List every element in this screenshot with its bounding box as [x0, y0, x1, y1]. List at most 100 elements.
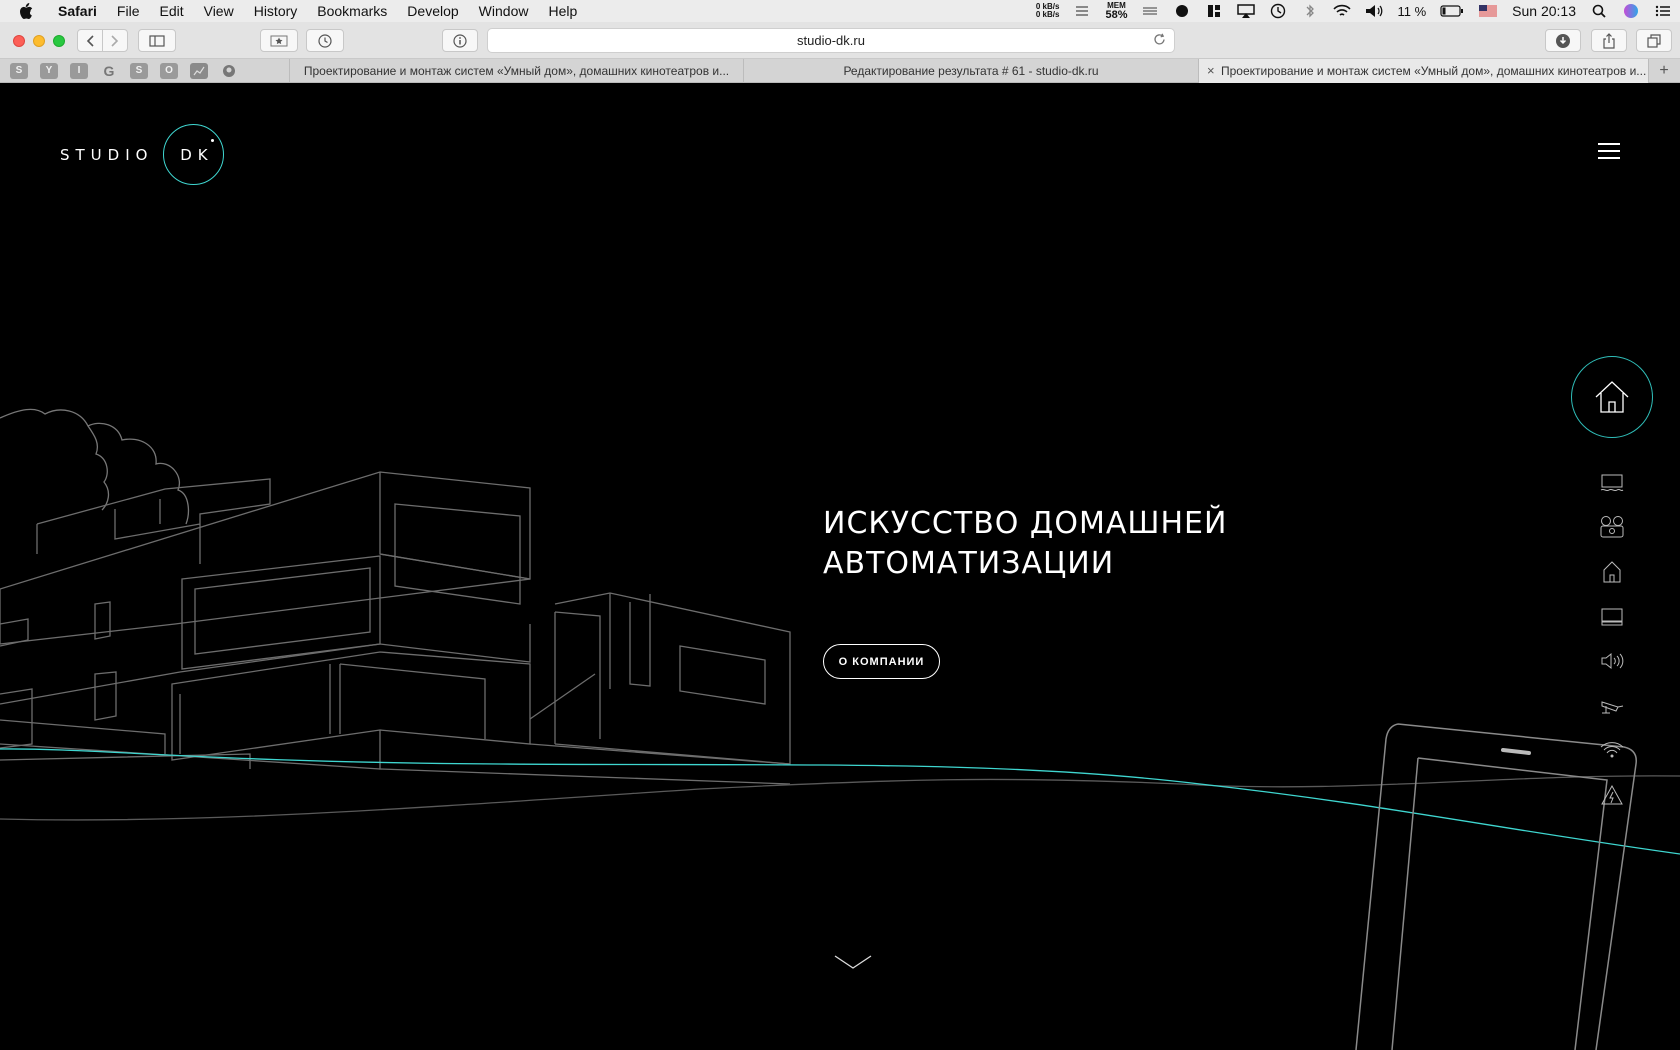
menu-app-safari[interactable]: Safari: [48, 0, 107, 22]
menu-line: [1598, 150, 1620, 152]
chevron-right-icon: [111, 34, 119, 47]
menu-bar: Safari File Edit View History Bookmarks …: [0, 0, 1680, 22]
volume-icon[interactable]: [1365, 2, 1383, 20]
logo-circle: DK: [163, 124, 225, 185]
wifi-icon[interactable]: [1333, 2, 1352, 20]
pinned-tabs: S Y I G S O: [0, 59, 290, 82]
wifi-icon: [1600, 742, 1624, 758]
bubble-icon[interactable]: [1173, 2, 1191, 20]
tab-bar: S Y I G S O Проектирование и монтаж сист…: [0, 59, 1680, 83]
minimize-window-button[interactable]: [33, 35, 45, 47]
cpu-meter-icon[interactable]: [1073, 2, 1091, 20]
cinema-screen-icon: [1600, 474, 1624, 492]
headline-line-2: АВТОМАТИЗАЦИИ: [823, 546, 1115, 581]
pinned-tab[interactable]: G: [100, 63, 118, 79]
tab-overview-button[interactable]: [1636, 29, 1672, 52]
sidebar-toggle-button[interactable]: [138, 29, 176, 52]
notification-center-icon[interactable]: [1654, 2, 1672, 20]
smart-house-icon: [1603, 561, 1621, 583]
pinned-tab[interactable]: Y: [40, 62, 58, 79]
chevron-left-icon: [86, 34, 94, 47]
logo-text: STUDIO: [60, 145, 154, 164]
download-icon: [1556, 33, 1570, 48]
tab-item-active[interactable]: × Проектирование и монтаж систем «Умный …: [1199, 59, 1649, 83]
menu-file[interactable]: File: [107, 0, 150, 22]
history-button[interactable]: [306, 29, 344, 52]
logo-dk-text: DK: [180, 145, 214, 164]
browser-toolbar: studio-dk.ru: [0, 22, 1680, 59]
nav-network-button[interactable]: [1599, 737, 1625, 763]
us-flag-icon[interactable]: [1478, 2, 1498, 20]
nav-security-button[interactable]: [1599, 693, 1625, 719]
tab-title: Проектирование и монтаж систем «Умный до…: [1221, 64, 1647, 78]
nav-audio-button[interactable]: [1599, 648, 1625, 674]
menu-develop[interactable]: Develop: [397, 0, 468, 22]
net-download: 0 kB/s: [1035, 10, 1060, 19]
home-icon: [1595, 381, 1629, 413]
menu-line: [1598, 143, 1620, 145]
zoom-window-button[interactable]: [53, 35, 65, 47]
battery-icon[interactable]: [1440, 2, 1464, 20]
nav-tv-button[interactable]: [1599, 604, 1625, 630]
forward-button[interactable]: [102, 29, 128, 52]
downloads-button[interactable]: [1545, 29, 1581, 52]
tab-title: Редактирование результата # 61 - studio-…: [843, 64, 1099, 78]
menu-history[interactable]: History: [244, 0, 308, 22]
menu-bookmarks[interactable]: Bookmarks: [307, 0, 397, 22]
pinned-tab[interactable]: I: [70, 62, 88, 79]
pinned-tab[interactable]: S: [130, 62, 148, 79]
tabs-icon: [1647, 33, 1661, 48]
sensors-icon[interactable]: [1141, 2, 1159, 20]
pinned-tab-github-icon[interactable]: [220, 63, 238, 79]
star-icon: [270, 35, 288, 46]
nav-electrical-button[interactable]: [1599, 782, 1625, 808]
logo-dot: [211, 139, 215, 142]
time-machine-icon[interactable]: [1269, 2, 1287, 20]
nav-home-button[interactable]: [1571, 356, 1653, 438]
pinned-tab-chart-icon[interactable]: [190, 62, 208, 79]
hamburger-menu-button[interactable]: [1598, 143, 1620, 161]
close-tab-icon[interactable]: ×: [1207, 63, 1215, 78]
clock-icon: [318, 33, 332, 48]
menu-view[interactable]: View: [194, 0, 244, 22]
back-button[interactable]: [77, 29, 103, 52]
siri-icon[interactable]: [1622, 2, 1640, 20]
spotlight-search-icon[interactable]: [1590, 2, 1608, 20]
share-button[interactable]: [1591, 29, 1627, 52]
address-bar[interactable]: studio-dk.ru: [487, 28, 1175, 53]
headline-line-1: ИСКУССТВО ДОМАШНЕЙ: [823, 506, 1228, 541]
memory-meter[interactable]: MEM 58%: [1105, 1, 1127, 21]
nav-projector-button[interactable]: [1599, 514, 1625, 540]
site-info-button[interactable]: [442, 29, 478, 52]
projector-icon: [1600, 516, 1624, 538]
webpage: STUDIO DK ИСКУССТВО ДОМАШНЕЙ АВТОМАТИЗАЦ…: [0, 84, 1680, 1050]
battery-percent[interactable]: 11 %: [1397, 4, 1426, 19]
network-stats[interactable]: 0 kB/s 0 kB/s: [1036, 3, 1060, 19]
new-tab-button[interactable]: +: [1649, 59, 1679, 82]
memory-value: 58%: [1105, 9, 1128, 21]
menu-help[interactable]: Help: [538, 0, 587, 22]
menu-edit[interactable]: Edit: [149, 0, 193, 22]
bluetooth-icon[interactable]: [1301, 2, 1319, 20]
logo[interactable]: STUDIO DK: [60, 124, 225, 185]
top-sites-button[interactable]: [260, 29, 298, 52]
reload-icon[interactable]: [1153, 33, 1166, 49]
status-area: 0 kB/s 0 kB/s MEM 58% 11 % Sun 20:13: [1036, 0, 1672, 22]
tab-item[interactable]: Проектирование и монтаж систем «Умный до…: [290, 59, 744, 83]
window-manager-icon[interactable]: [1205, 2, 1223, 20]
scroll-down-button[interactable]: [834, 954, 872, 970]
nav-cinema-button[interactable]: [1599, 470, 1625, 496]
clock[interactable]: Sun 20:13: [1512, 3, 1576, 19]
menu-window[interactable]: Window: [469, 0, 539, 22]
pinned-tab[interactable]: O: [160, 62, 178, 79]
tab-item[interactable]: Редактирование результата # 61 - studio-…: [744, 59, 1199, 83]
hero-headline: ИСКУССТВО ДОМАШНЕЙ АВТОМАТИЗАЦИИ: [823, 504, 1227, 584]
electricity-icon: [1601, 784, 1623, 805]
close-window-button[interactable]: [13, 35, 25, 47]
nav-smart-house-button[interactable]: [1599, 559, 1625, 585]
airplay-icon[interactable]: [1237, 2, 1256, 20]
apple-icon[interactable]: [16, 1, 36, 21]
pinned-tab[interactable]: S: [10, 62, 28, 79]
tab-title: Проектирование и монтаж систем «Умный до…: [303, 64, 730, 78]
about-company-button[interactable]: О КОМПАНИИ: [823, 644, 940, 679]
